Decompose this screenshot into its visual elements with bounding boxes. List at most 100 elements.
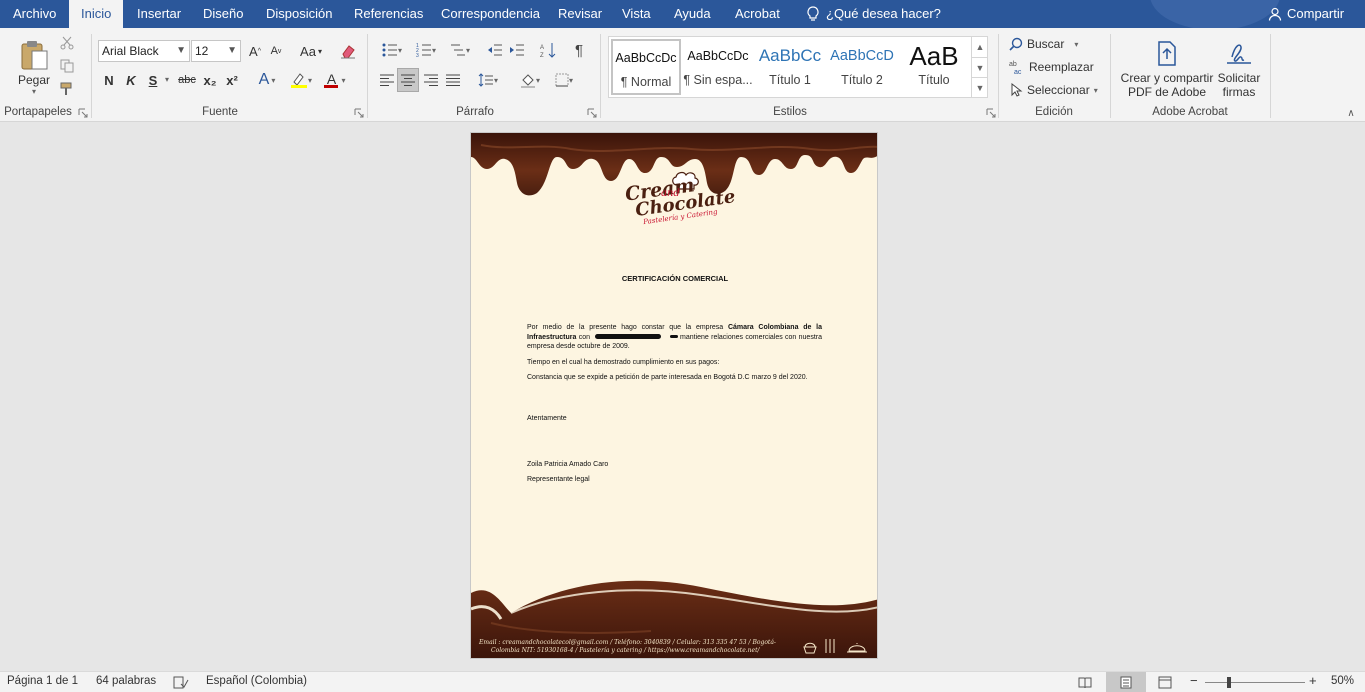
web-layout-icon[interactable] [1158,676,1172,689]
proofing-icon[interactable] [173,676,189,689]
paste-button[interactable]: Pegar ▾ [16,34,52,100]
align-center-button[interactable] [397,68,419,92]
style-preview: AaBbCcDc [615,51,677,65]
highlight-button[interactable]: ▾ [285,70,317,90]
tab-disposicion[interactable]: Disposición [266,0,332,28]
numbering-button[interactable]: 1 2 3 ▾ [411,40,441,60]
dialog-launcher-icon[interactable] [986,108,996,118]
clear-formatting-button[interactable] [339,42,357,60]
zoom-out-button[interactable]: − [1190,673,1198,688]
page-count[interactable]: Página 1 de 1 [7,675,78,687]
font-size-select[interactable]: 12 ▼ [191,40,241,62]
word-count[interactable]: 64 palabras [96,675,156,687]
copy-button[interactable] [58,57,76,75]
gallery-down-arrow[interactable]: ▼ [971,57,988,77]
style-heading-1[interactable]: AaBbCc Título 1 [755,39,825,95]
increase-indent-button[interactable] [507,40,527,60]
borders-icon [555,73,569,87]
style-preview: AaB [909,41,959,71]
svg-text:3: 3 [416,53,419,57]
show-marks-button[interactable]: ¶ [569,40,589,60]
create-pdf-label-line2: PDF de Adobe [1127,85,1207,99]
decrease-indent-button[interactable] [485,40,505,60]
tab-archivo[interactable]: Archivo [13,0,56,28]
styles-gallery: AaBbCcDc ¶ Normal AaBbCcDc ¶ Sin espa...… [608,36,988,98]
tab-revisar[interactable]: Revisar [558,0,602,28]
language-indicator[interactable]: Español (Colombia) [206,675,307,687]
style-name: Título 1 [769,73,811,87]
create-pdf-button[interactable]: Crear y compartir PDF de Adobe [1118,36,1216,102]
document-page[interactable]: Cream and Chocolate Pastelería y Caterin… [470,132,878,659]
dialog-launcher-icon[interactable] [78,108,88,118]
style-no-spacing[interactable]: AaBbCcDc ¶ Sin espa... [683,39,753,95]
style-name: Título [918,73,950,87]
gallery-up-arrow[interactable]: ▲ [971,37,988,57]
tell-me-box[interactable]: ¿Qué desea hacer? [806,0,941,28]
multilevel-list-button[interactable]: ▾ [445,40,475,60]
cut-button[interactable] [58,34,76,52]
change-case-button[interactable]: Aa ▾ [296,42,326,60]
bullets-button[interactable]: ▾ [377,40,407,60]
shrink-font-button[interactable]: Av [268,42,284,60]
tab-insertar[interactable]: Insertar [137,0,181,28]
subscript-button[interactable]: x₂ [201,71,219,89]
bold-button[interactable]: N [101,71,117,89]
tab-inicio[interactable]: Inicio [69,0,124,28]
line-spacing-button[interactable]: ▾ [473,70,503,90]
replace-button[interactable]: ab ac Reemplazar [1009,58,1094,76]
zoom-in-button[interactable]: + [1309,673,1317,688]
read-mode-icon[interactable] [1078,676,1092,689]
company-logo: Cream and Chocolate Pastelería y Caterin… [621,171,737,233]
zoom-level[interactable]: 50% [1331,675,1354,687]
style-title[interactable]: AaB Título [899,39,969,95]
strikethrough-button[interactable]: abc [176,71,198,89]
line-spacing-icon [478,73,493,87]
align-center-icon [401,74,415,86]
zoom-slider-thumb[interactable] [1227,677,1231,688]
multilevel-list-icon [450,44,465,56]
dialog-launcher-icon[interactable] [354,108,364,118]
share-button[interactable]: Compartir [1268,0,1344,28]
cutlery-icon [825,639,835,653]
eraser-icon [341,45,355,59]
font-family-select[interactable]: Arial Black ▼ [98,40,190,62]
text-effects-button[interactable]: A ▾ [253,70,281,90]
tab-acrobat[interactable]: Acrobat [735,0,780,28]
request-signatures-button[interactable]: Solicitar firmas [1214,36,1264,102]
tab-vista[interactable]: Vista [622,0,651,28]
collapse-ribbon-button[interactable]: ∧ [1343,106,1359,120]
tab-diseno[interactable]: Diseño [203,0,243,28]
zoom-slider-track[interactable] [1205,682,1305,683]
font-color-button[interactable]: A ▾ [320,70,350,90]
italic-button[interactable]: K [123,71,139,89]
paragraph-group-label: Párrafo [456,106,494,118]
styles-group-label: Estilos [773,106,807,118]
gallery-more-arrow[interactable]: ▼ [971,77,988,97]
numbered-list-icon: 123 [416,43,431,57]
justify-button[interactable] [443,70,463,90]
grow-font-button[interactable]: A ^ [247,42,263,60]
dialog-launcher-icon[interactable] [587,108,597,118]
pdf-share-icon [1158,41,1176,66]
borders-button[interactable]: ▾ [549,70,579,90]
find-button[interactable]: Buscar ▾ [1009,35,1078,53]
tab-ayuda[interactable]: Ayuda [674,0,711,28]
superscript-button[interactable]: x² [223,71,241,89]
sort-az-icon: AZ [540,43,556,58]
style-normal[interactable]: AaBbCcDc ¶ Normal [611,39,681,95]
signer-role: Representante legal [527,476,590,483]
chevron-down-icon: ▼ [227,45,237,56]
align-right-button[interactable] [421,70,441,90]
signer-name: Zoila Patricia Amado Caro [527,461,609,468]
tab-referencias[interactable]: Referencias [354,0,423,28]
format-painter-button[interactable] [58,80,76,98]
select-button[interactable]: Seleccionar ▾ [1009,81,1098,99]
shading-button[interactable]: ▾ [515,70,545,90]
underline-button[interactable]: S [145,71,161,89]
style-heading-2[interactable]: AaBbCcD Título 2 [827,39,897,95]
align-left-button[interactable] [377,70,397,90]
outdent-icon [488,44,502,56]
tab-correspondencia[interactable]: Correspondencia [441,0,540,28]
print-layout-button[interactable] [1106,672,1146,692]
sort-button[interactable]: AZ [538,40,558,60]
